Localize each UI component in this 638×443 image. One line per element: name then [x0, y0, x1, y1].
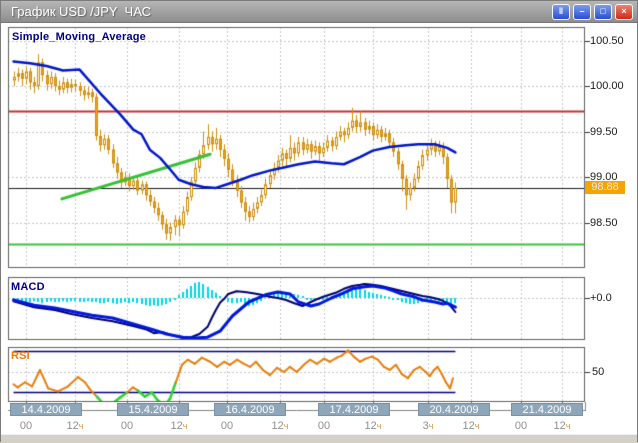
chart-window: График USD /JPY ЧАС ‖–□× Simple_Moving_A…	[0, 0, 638, 442]
sma-indicator-label: Simple_Moving_Average	[12, 31, 146, 43]
time-tick-label: 12ч	[554, 420, 571, 432]
time-tick-label: 12ч	[171, 420, 188, 432]
time-tick-label: 00	[221, 420, 233, 432]
time-tick-label: 12ч	[463, 420, 480, 432]
date-label: 16.4.2009	[214, 403, 286, 416]
date-label: 15.4.2009	[117, 403, 189, 416]
price-tick-label: 100.00	[590, 80, 624, 92]
rsi-mid-label: 50	[592, 366, 604, 378]
window-titlebar[interactable]: График USD /JPY ЧАС ‖–□×	[1, 1, 637, 23]
macd-zero-label: +0.0	[590, 292, 612, 304]
time-tick-label: 00	[121, 420, 133, 432]
date-label: 17.4.2009	[318, 403, 390, 416]
rsi-indicator-label: RSI	[11, 350, 30, 362]
date-label: 20.4.2009	[418, 403, 490, 416]
time-tick-label: 00	[318, 420, 330, 432]
date-label: 14.4.2009	[10, 403, 82, 416]
window-title: График USD /JPY ЧАС	[11, 4, 549, 19]
time-tick-label: 12ч	[365, 420, 382, 432]
chart-client-area: Simple_Moving_Average MACD RSI 100.50 100…	[1, 23, 637, 442]
window-buttons: ‖–□×	[549, 4, 633, 20]
window-maximize-button[interactable]: □	[594, 4, 612, 20]
chart-canvas[interactable]	[1, 23, 637, 442]
date-label: 21.4.2009	[511, 403, 583, 416]
window-pause-button[interactable]: ‖	[552, 4, 570, 20]
window-minimize-button[interactable]: –	[573, 4, 591, 20]
time-tick-label: 3ч	[423, 420, 434, 432]
price-tick-label: 98.50	[590, 217, 618, 229]
time-tick-label: 12ч	[67, 420, 84, 432]
price-tick-label: 100.50	[590, 35, 624, 47]
time-tick-label: 00	[515, 420, 527, 432]
macd-indicator-label: MACD	[11, 281, 45, 293]
time-tick-label: 12ч	[272, 420, 289, 432]
current-price-badge: 98.88	[585, 181, 625, 194]
window-close-button[interactable]: ×	[615, 4, 633, 20]
time-tick-label: 00	[20, 420, 32, 432]
price-tick-label: 99.50	[590, 126, 618, 138]
